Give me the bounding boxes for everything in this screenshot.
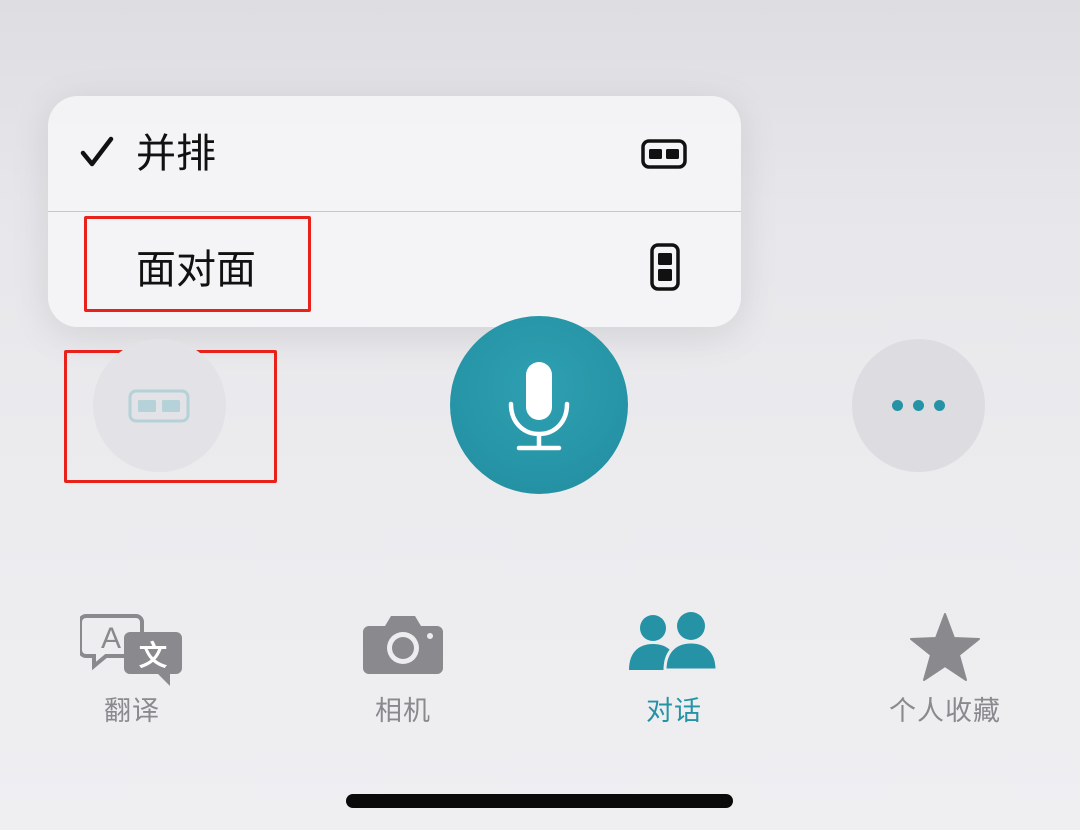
tab-label: 个人收藏	[889, 696, 1001, 727]
menu-item-label: 并排	[136, 131, 216, 177]
microphone-icon	[508, 362, 570, 451]
microphone-button[interactable]	[450, 316, 628, 494]
menu-item-side-by-side[interactable]: 并排	[48, 96, 741, 211]
home-indicator[interactable]	[346, 794, 733, 808]
face-to-face-icon	[650, 243, 680, 291]
camera-icon	[363, 616, 443, 674]
svg-text:A: A	[101, 622, 121, 655]
tab-label: 翻译	[104, 696, 160, 727]
dot	[913, 400, 924, 411]
tab-translate[interactable]: A 文 翻译	[32, 600, 232, 740]
svg-text:文: 文	[139, 639, 167, 672]
annotation-box-face-to-face	[84, 216, 311, 312]
conversation-icon	[629, 612, 719, 672]
checkmark-icon	[80, 136, 114, 167]
tab-conversation[interactable]: 对话	[574, 600, 774, 740]
dot	[892, 400, 903, 411]
more-options-button[interactable]	[852, 339, 985, 472]
tab-camera[interactable]: 相机	[303, 600, 503, 740]
layout-toggle-button[interactable]	[93, 339, 226, 472]
translate-icon: A 文	[80, 614, 182, 686]
tab-label: 对话	[646, 696, 702, 727]
side-by-side-icon	[641, 139, 687, 169]
tab-bar: A 文 翻译 相机 对话 个人收藏	[0, 600, 1080, 750]
star-icon	[910, 613, 980, 681]
dot	[934, 400, 945, 411]
side-by-side-icon	[128, 389, 190, 423]
tab-label: 相机	[375, 696, 431, 727]
tab-favorites[interactable]: 个人收藏	[845, 600, 1045, 740]
